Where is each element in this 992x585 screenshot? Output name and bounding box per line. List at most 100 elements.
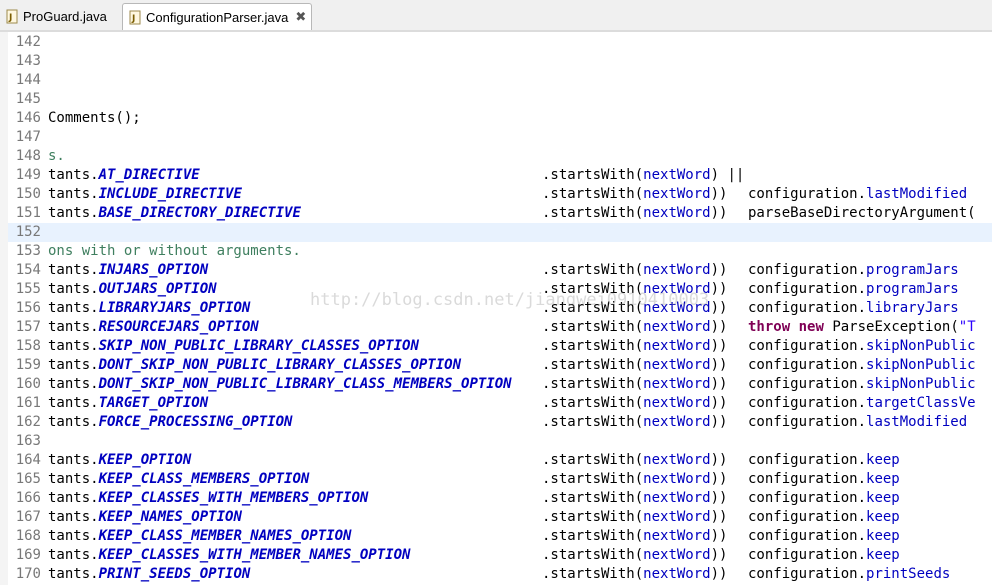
variable-name: nextWord xyxy=(643,167,711,183)
code-line[interactable]: 157 tants.RESOURCEJARS_OPTION .startsWith(… xyxy=(8,318,992,337)
variable-name: nextWord xyxy=(643,414,711,430)
code-line[interactable]: 165 tants.KEEP_CLASS_MEMBERS_OPTION .start… xyxy=(8,470,992,489)
variable-name: nextWord xyxy=(643,395,711,411)
statement-tail: configuration.skipNonPublic xyxy=(748,337,976,356)
code-line[interactable]: 144 xyxy=(8,71,992,90)
tab-proguard-java[interactable]: J ProGuard.java xyxy=(0,3,118,30)
constant-name: DONT_SKIP_NON_PUBLIC_LIBRARY_CLASSES_OPT… xyxy=(98,357,462,373)
code-line[interactable]: 169 tants.KEEP_CLASSES_WITH_MEMBER_NAMES_… xyxy=(8,546,992,565)
line-number: 165 xyxy=(15,471,41,487)
code-line[interactable]: 161 tants.TARGET_OPTION .startsWith(nextWo… xyxy=(8,394,992,413)
code-expression: tants.INJARS_OPTION xyxy=(48,261,208,280)
field-name: skipNonPublic xyxy=(866,357,976,373)
statement-tail: configuration.programJars xyxy=(748,261,959,280)
constant-name: FORCE_PROCESSING_OPTION xyxy=(98,414,293,430)
line-number: 162 xyxy=(15,414,41,430)
method-call: .startsWith(nextWord)) xyxy=(542,508,727,527)
code-line[interactable]: 170 tants.PRINT_SEEDS_OPTION .startsWith(n… xyxy=(8,565,992,584)
code-line[interactable]: 166 tants.KEEP_CLASSES_WITH_MEMBERS_OPTIO… xyxy=(8,489,992,508)
constant-name: OUTJARS_OPTION xyxy=(98,281,217,297)
code-text: configuration. xyxy=(748,376,867,392)
code-text: )) xyxy=(710,471,728,487)
tab-configurationparser-java[interactable]: J ConfigurationParser.java ✖ xyxy=(122,3,312,30)
constant-name: BASE_DIRECTORY_DIRECTIVE xyxy=(98,205,301,221)
code-expression: tants.INCLUDE_DIRECTIVE xyxy=(48,185,242,204)
tab-label: ProGuard.java xyxy=(23,9,107,24)
variable-name: nextWord xyxy=(643,566,711,582)
code-expression: tants.FORCE_PROCESSING_OPTION xyxy=(48,413,292,432)
line-number: 149 xyxy=(15,167,41,183)
constant-name: KEEP_CLASS_MEMBERS_OPTION xyxy=(98,471,310,487)
code-text: .startsWith( xyxy=(542,186,644,202)
code-text: tants. xyxy=(48,205,99,221)
code-line[interactable]: 154 tants.INJARS_OPTION .startsWith(nextWo… xyxy=(8,261,992,280)
code-text: .startsWith( xyxy=(542,547,644,563)
code-line[interactable]: 164 tants.KEEP_OPTION .startsWith(nextWord… xyxy=(8,451,992,470)
code-text: )) xyxy=(710,319,728,335)
method-call: .startsWith(nextWord)) xyxy=(542,185,727,204)
code-line[interactable]: 142 xyxy=(8,33,992,52)
field-name: keep xyxy=(866,547,900,563)
code-line[interactable]: 145 xyxy=(8,90,992,109)
line-number: 166 xyxy=(15,490,41,506)
variable-name: nextWord xyxy=(643,186,711,202)
code-line[interactable]: 149 tants.AT_DIRECTIVE .startsWith(nextWor… xyxy=(8,166,992,185)
code-line[interactable]: 146 Comments(); xyxy=(8,109,992,128)
code-text: tants. xyxy=(48,471,99,487)
code-line[interactable]: 167 tants.KEEP_NAMES_OPTION .startsWith(ne… xyxy=(8,508,992,527)
method-call: .startsWith(nextWord)) xyxy=(542,375,727,394)
code-text: .startsWith( xyxy=(542,167,644,183)
method-call: .startsWith(nextWord)) xyxy=(542,470,727,489)
code-text: .startsWith( xyxy=(542,471,644,487)
code-line[interactable]: 148 s. xyxy=(8,147,992,166)
code-text: )) xyxy=(710,357,728,373)
code-expression: tants.PRINT_SEEDS_OPTION xyxy=(48,565,250,584)
method-call: .startsWith(nextWord)) xyxy=(542,318,727,337)
code-line[interactable]: 158 tants.SKIP_NON_PUBLIC_LIBRARY_CLASSES… xyxy=(8,337,992,356)
code-text: configuration. xyxy=(748,566,867,582)
code-expression: tants.KEEP_CLASSES_WITH_MEMBER_NAMES_OPT… xyxy=(48,546,410,565)
close-tab-icon[interactable]: ✖ xyxy=(295,9,306,25)
code-line[interactable]: 150 tants.INCLUDE_DIRECTIVE .startsWith(ne… xyxy=(8,185,992,204)
code-line[interactable]: 147 xyxy=(8,128,992,147)
code-expression: tants.TARGET_OPTION xyxy=(48,394,208,413)
code-text: )) xyxy=(710,395,728,411)
code-text: configuration. xyxy=(748,281,867,297)
code-line[interactable]: 168 tants.KEEP_CLASS_MEMBER_NAMES_OPTION.… xyxy=(8,527,992,546)
code-text: configuration. xyxy=(748,186,867,202)
code-line[interactable]: 152 xyxy=(8,223,992,242)
line-number: 167 xyxy=(15,509,41,525)
code-line[interactable]: 153 ons with or without arguments. xyxy=(8,242,992,261)
method-call: .startsWith(nextWord)) xyxy=(542,356,727,375)
variable-name: nextWord xyxy=(643,357,711,373)
variable-name: nextWord xyxy=(643,547,711,563)
code-text: tants. xyxy=(48,281,99,297)
code-line[interactable]: 162 tants.FORCE_PROCESSING_OPTION .startsW… xyxy=(8,413,992,432)
code-line[interactable]: 160 tants.DONT_SKIP_NON_PUBLIC_LIBRARY_CL… xyxy=(8,375,992,394)
code-text: tants. xyxy=(48,338,99,354)
code-text: Comments(); xyxy=(48,110,141,126)
code-line[interactable]: 159 tants.DONT_SKIP_NON_PUBLIC_LIBRARY_CL… xyxy=(8,356,992,375)
method-call: .startsWith(nextWord)) xyxy=(542,337,727,356)
code-text: )) xyxy=(710,566,728,582)
statement-tail: configuration.lastModified xyxy=(748,413,967,432)
keyword: throw xyxy=(748,319,791,335)
method-call: .startsWith(nextWord)) xyxy=(542,489,727,508)
line-number: 152 xyxy=(15,224,41,240)
code-text: configuration. xyxy=(748,300,867,316)
line-number: 164 xyxy=(15,452,41,468)
code-text: tants. xyxy=(48,509,99,525)
field-name: printSeeds xyxy=(866,566,951,582)
code-text: .startsWith( xyxy=(542,452,644,468)
code-line[interactable]: 151 tants.BASE_DIRECTORY_DIRECTIVE .starts… xyxy=(8,204,992,223)
variable-name: nextWord xyxy=(643,262,711,278)
code-text: configuration. xyxy=(748,471,867,487)
code-text: tants. xyxy=(48,547,99,563)
code-line[interactable]: 163 xyxy=(8,432,992,451)
line-number: 150 xyxy=(15,186,41,202)
statement-tail: configuration.keep xyxy=(748,451,900,470)
tab-label: ConfigurationParser.java xyxy=(146,9,289,25)
code-line[interactable]: 143 xyxy=(8,52,992,71)
method-call: .startsWith(nextWord)) xyxy=(542,261,727,280)
code-text: )) xyxy=(710,414,728,430)
